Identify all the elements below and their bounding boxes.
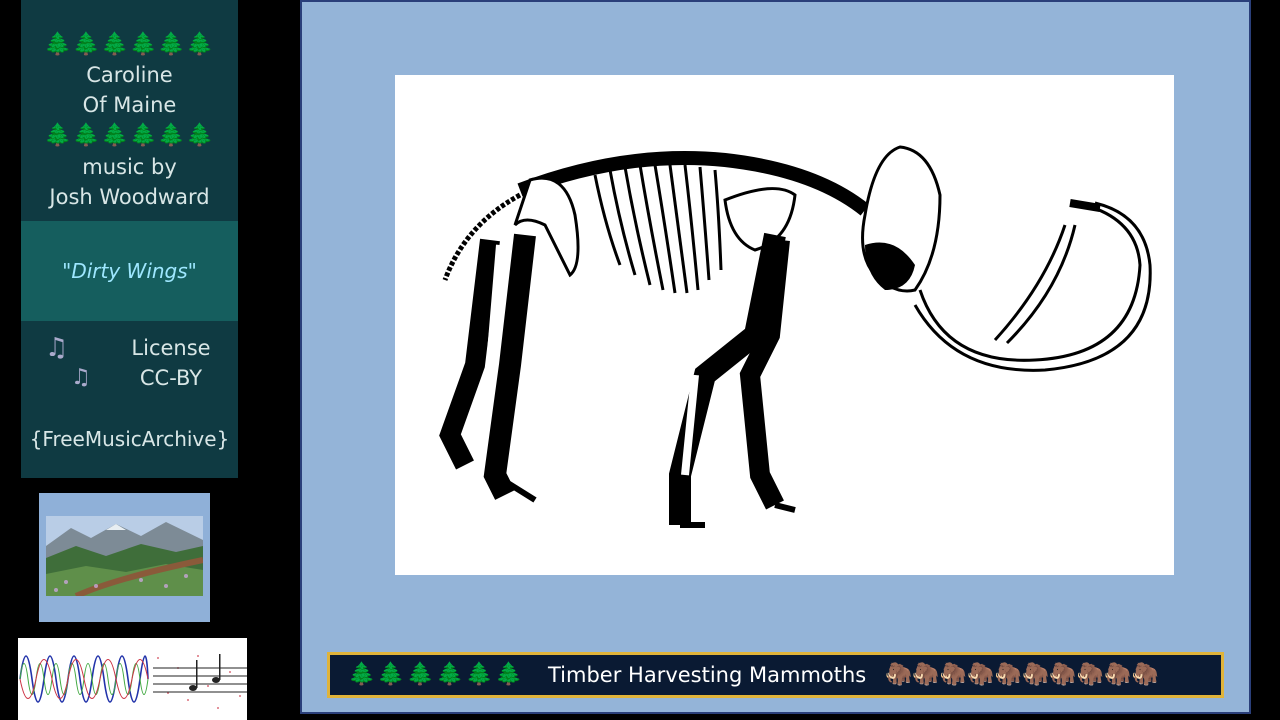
audio-spectrum-thumbnail: [18, 638, 247, 720]
tree-icon-row: 🌲🌲🌲🌲🌲🌲: [348, 662, 525, 687]
mammoth-icon-row: 🦣🦣🦣🦣🦣🦣🦣🦣🦣🦣: [885, 662, 1159, 687]
tree-row-top: 🌲🌲🌲🌲🌲🌲: [44, 32, 215, 57]
landscape-thumbnail: [39, 493, 210, 622]
caption-banner: 🌲🌲🌲🌲🌲🌲 Timber Harvesting Mammoths 🦣🦣🦣🦣🦣🦣…: [327, 652, 1224, 698]
info-panel: 🌲🌲🌲🌲🌲🌲 Caroline Of Maine 🌲🌲🌲🌲🌲🌲 music by…: [21, 0, 238, 478]
byline-label: music by: [82, 155, 177, 179]
music-note-icon: ♫: [71, 365, 91, 390]
song-title: "Dirty Wings": [62, 259, 197, 283]
landscape-painting-icon: [46, 516, 203, 596]
source-label: {FreeMusicArchive}: [29, 427, 230, 451]
music-note-icon: ♫: [45, 333, 69, 363]
main-display: 🌲🌲🌲🌲🌲🌲 Timber Harvesting Mammoths 🦣🦣🦣🦣🦣🦣…: [300, 0, 1251, 714]
audio-spectrum-icon: [19, 654, 247, 709]
license-label: License: [131, 336, 211, 360]
album-title-line2: Of Maine: [82, 93, 177, 117]
album-title-line1: Caroline: [86, 63, 173, 87]
license-type: CC-BY: [139, 366, 203, 390]
artist-name: Josh Woodward: [49, 185, 210, 209]
image-card: [395, 75, 1174, 575]
caption-text: Timber Harvesting Mammoths: [548, 663, 867, 687]
mammoth-skeleton-icon: [439, 145, 1152, 528]
tree-row-middle: 🌲🌲🌲🌲🌲🌲: [44, 123, 215, 148]
song-title-box: "Dirty Wings": [21, 221, 238, 321]
